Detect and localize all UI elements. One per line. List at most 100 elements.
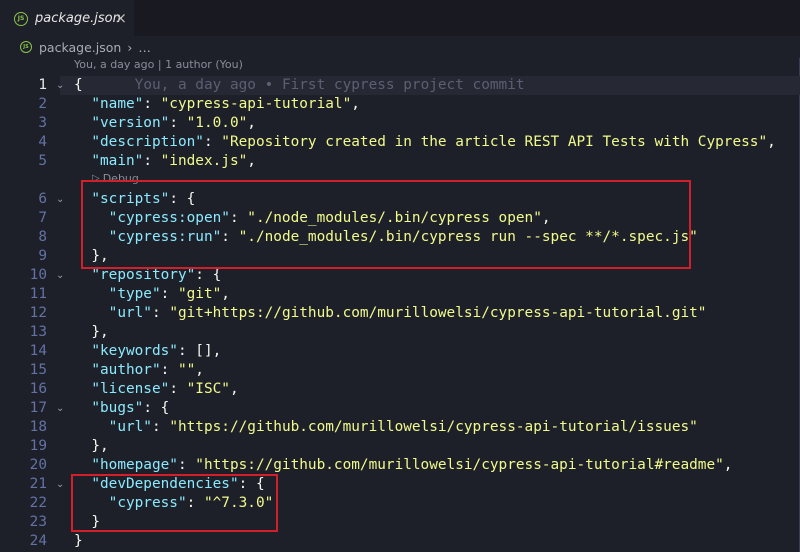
json-punctuation <box>74 153 91 169</box>
json-punctuation: : <box>160 286 178 302</box>
breadcrumb-file[interactable]: package.json <box>39 40 121 55</box>
json-string: "git" <box>177 286 222 302</box>
json-punctuation: , <box>229 381 239 397</box>
line-number: 5 <box>38 153 47 169</box>
fold-chevron-icon[interactable]: ⌄ <box>56 190 64 209</box>
line-number: 13 <box>29 324 47 340</box>
line-number: 2 <box>38 96 47 112</box>
json-key: "description" <box>91 134 204 150</box>
code-text: "version": "1.0.0", <box>74 114 256 133</box>
line-number: 18 <box>29 419 47 435</box>
code-line[interactable]: 16 "license": "ISC", <box>0 380 800 399</box>
code-line[interactable]: 14 "keywords": [], <box>0 342 800 361</box>
json-punctuation: , <box>351 96 360 112</box>
code-text: "type": "git", <box>74 285 230 304</box>
line-number: 19 <box>29 438 47 454</box>
json-punctuation: : <box>169 381 187 397</box>
json-punctuation <box>74 305 109 321</box>
line-number: 6 <box>38 191 47 207</box>
code-text: } <box>74 532 83 551</box>
json-punctuation: , <box>247 115 256 131</box>
json-key: "url" <box>108 305 152 321</box>
json-file-icon: JS <box>14 11 28 26</box>
code-line[interactable]: 20 "homepage": "https://github.com/muril… <box>0 456 800 475</box>
breadcrumb-separator: › <box>127 39 133 55</box>
code-line[interactable]: 18 "url": "https://github.com/murillowel… <box>0 418 800 437</box>
json-key: "version" <box>91 115 170 131</box>
code-text: }, <box>74 437 109 456</box>
highlight-box-scripts <box>81 180 691 269</box>
fold-chevron-icon[interactable]: ⌄ <box>56 76 64 95</box>
code-line[interactable]: 4 "description": "Repository created in … <box>0 133 800 152</box>
fold-chevron-icon[interactable]: ⌄ <box>56 475 64 494</box>
json-punctuation: : [], <box>177 343 222 359</box>
inline-blame: You, a day ago • First cypress project c… <box>82 77 525 93</box>
json-string: "1.0.0" <box>186 115 248 131</box>
fold-chevron-icon[interactable]: ⌄ <box>56 399 64 418</box>
line-number: 10 <box>29 267 47 283</box>
code-line[interactable]: 19 }, <box>0 437 800 456</box>
code-line[interactable]: 17 ⌄ "bugs": { <box>0 399 800 418</box>
code-text: "license": "ISC", <box>74 380 239 399</box>
json-punctuation <box>74 134 91 150</box>
line-number: 23 <box>29 514 47 530</box>
code-line[interactable]: 3 "version": "1.0.0", <box>0 114 800 133</box>
code-line[interactable]: 11 "type": "git", <box>0 285 800 304</box>
code-text: "bugs": { <box>74 399 169 418</box>
breadcrumb: JS package.json › … <box>0 36 800 58</box>
json-key: "name" <box>91 96 144 112</box>
json-string: "" <box>177 362 196 378</box>
code-text: { You, a day ago • First cypress project… <box>74 76 525 95</box>
line-number: 21 <box>29 476 47 492</box>
code-text: }, <box>74 323 108 342</box>
json-file-icon: JS <box>20 41 32 53</box>
breadcrumb-more[interactable]: … <box>138 40 151 55</box>
line-number: 3 <box>38 115 47 131</box>
json-punctuation: : <box>177 457 196 473</box>
json-key: "type" <box>108 286 161 302</box>
json-punctuation <box>74 457 91 473</box>
code-line[interactable]: 1 ⌄ { You, a day ago • First cypress proje… <box>0 76 800 95</box>
code-text: "url": "https://github.com/murillowelsi/… <box>74 418 698 437</box>
json-punctuation <box>74 286 109 302</box>
json-punctuation: , <box>247 153 256 169</box>
highlight-box-devdependencies <box>71 474 278 532</box>
line-number: 7 <box>38 210 47 226</box>
code-line[interactable]: 12 "url": "git+https://github.com/murill… <box>0 304 800 323</box>
line-number: 24 <box>29 533 47 549</box>
json-punctuation: }, <box>74 438 109 454</box>
json-string: "cypress-api-tutorial" <box>160 96 352 112</box>
json-string: "https://github.com/murillowelsi/cypress… <box>195 457 724 473</box>
code-line[interactable]: 24} <box>0 532 800 551</box>
json-key: "keywords" <box>91 343 178 359</box>
json-punctuation <box>74 419 109 435</box>
code-line[interactable]: 2 "name": "cypress-api-tutorial", <box>0 95 800 114</box>
line-number: 4 <box>38 134 47 150</box>
tab-package-json[interactable]: JS package.json × <box>0 0 134 36</box>
tab-title: package.json <box>35 11 121 26</box>
json-punctuation: , <box>767 134 776 150</box>
json-key: "main" <box>91 153 144 169</box>
code-text: "homepage": "https://github.com/murillow… <box>74 456 732 475</box>
tab-bar: JS package.json × <box>0 0 800 36</box>
json-punctuation: : <box>143 96 161 112</box>
code-text: "name": "cypress-api-tutorial", <box>74 95 360 114</box>
json-punctuation: : <box>160 362 178 378</box>
json-punctuation: , <box>195 362 204 378</box>
codelens-blame[interactable]: You, a day ago | 1 author (You) <box>74 58 243 71</box>
line-number: 20 <box>29 457 47 473</box>
code-line[interactable]: 5 "main": "index.js", <box>0 152 800 171</box>
line-number: 16 <box>29 381 47 397</box>
code-text: "author": "", <box>74 361 204 380</box>
json-string: "https://github.com/murillowelsi/cypress… <box>169 419 698 435</box>
json-punctuation: } <box>74 533 83 549</box>
line-number: 14 <box>29 343 47 359</box>
json-punctuation <box>74 362 91 378</box>
code-line[interactable]: 15 "author": "", <box>0 361 800 380</box>
json-punctuation: { <box>74 77 83 93</box>
fold-chevron-icon[interactable]: ⌄ <box>56 266 64 285</box>
close-icon[interactable]: × <box>114 10 127 26</box>
code-text: "description": "Repository created in th… <box>74 133 776 152</box>
code-line[interactable]: 13 }, <box>0 323 800 342</box>
json-punctuation <box>74 400 91 416</box>
